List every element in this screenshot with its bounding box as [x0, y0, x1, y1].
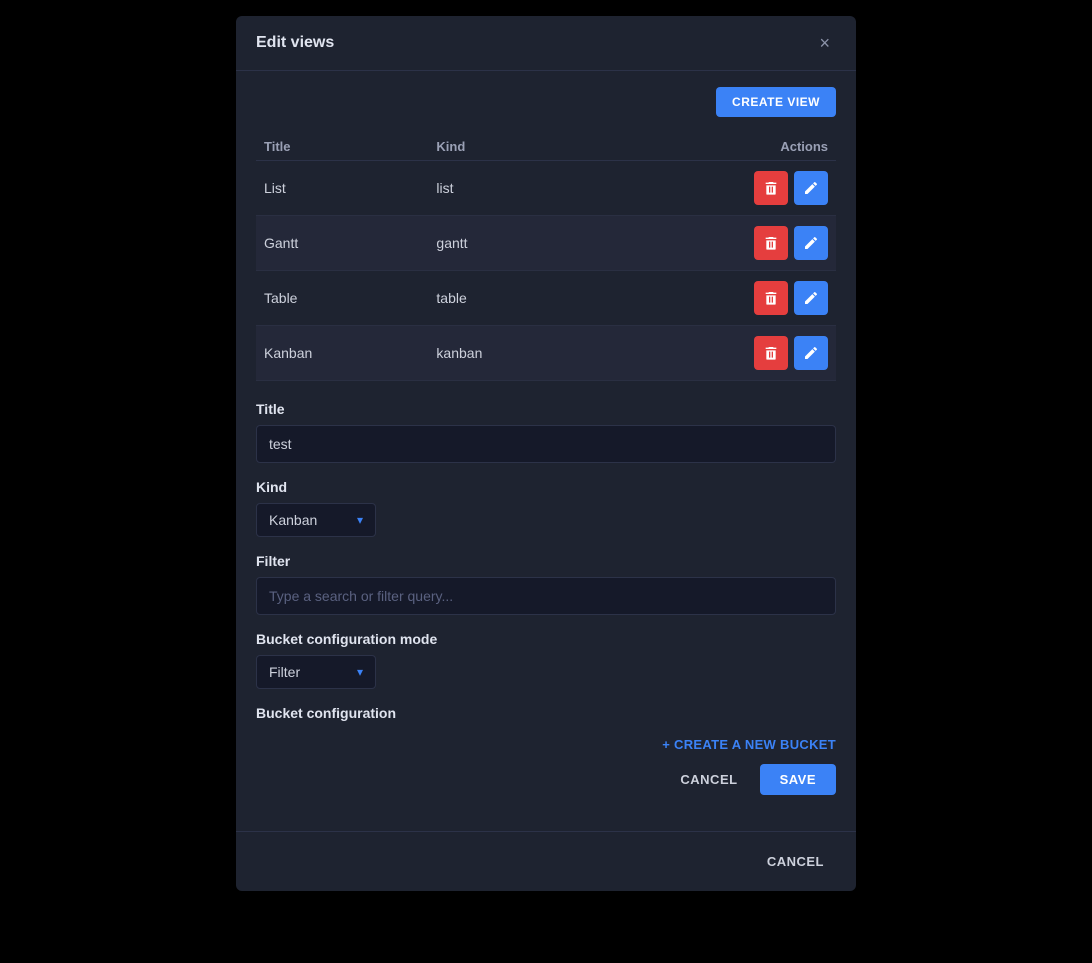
action-buttons — [603, 336, 828, 370]
chevron-down-icon-2: ▾ — [357, 665, 363, 679]
modal-title: Edit views — [256, 34, 334, 52]
delete-button[interactable] — [754, 336, 788, 370]
bucket-mode-section: Bucket configuration mode Filter ▾ — [256, 631, 836, 689]
row-title: Kanban — [256, 326, 428, 381]
create-view-button[interactable]: CREATE VIEW — [716, 87, 836, 117]
form-actions: CANCEL SAVE — [256, 764, 836, 795]
chevron-down-icon: ▾ — [357, 513, 363, 527]
modal-header: Edit views × — [236, 16, 856, 71]
edit-button[interactable] — [794, 171, 828, 205]
col-title: Title — [256, 133, 428, 161]
delete-button[interactable] — [754, 281, 788, 315]
action-buttons — [603, 281, 828, 315]
action-buttons — [603, 226, 828, 260]
row-actions — [595, 326, 836, 381]
table-row: Tabletable — [256, 271, 836, 326]
filter-input[interactable] — [256, 577, 836, 615]
row-kind: list — [428, 161, 594, 216]
kind-select[interactable]: Kanban ▾ — [256, 503, 376, 537]
bucket-config-label: Bucket configuration — [256, 705, 836, 721]
table-head: Title Kind Actions — [256, 133, 836, 161]
row-title: Gantt — [256, 216, 428, 271]
table-row: Listlist — [256, 161, 836, 216]
modal-body: CREATE VIEW Title Kind Actions ListlistG… — [236, 71, 856, 831]
edit-button[interactable] — [794, 281, 828, 315]
table-body: ListlistGanttganttTabletableKanbankanban — [256, 161, 836, 381]
bucket-mode-select[interactable]: Filter ▾ — [256, 655, 376, 689]
title-label: Title — [256, 401, 836, 417]
kind-label: Kind — [256, 479, 836, 495]
bucket-config-section: Bucket configuration — [256, 705, 836, 721]
row-title: List — [256, 161, 428, 216]
title-section: Title — [256, 401, 836, 463]
create-view-row: CREATE VIEW — [256, 87, 836, 117]
table-row: Kanbankanban — [256, 326, 836, 381]
bucket-mode-value: Filter — [269, 664, 349, 680]
row-title: Table — [256, 271, 428, 326]
col-kind: Kind — [428, 133, 594, 161]
row-actions — [595, 161, 836, 216]
col-actions: Actions — [595, 133, 836, 161]
row-actions — [595, 271, 836, 326]
row-kind: table — [428, 271, 594, 326]
row-kind: gantt — [428, 216, 594, 271]
edit-views-modal: Edit views × CREATE VIEW Title Kind Acti… — [236, 16, 856, 891]
table-header-row: Title Kind Actions — [256, 133, 836, 161]
close-button[interactable]: × — [813, 32, 836, 54]
save-button[interactable]: SAVE — [760, 764, 836, 795]
table-row: Ganttgantt — [256, 216, 836, 271]
cancel-inline-button[interactable]: CANCEL — [668, 764, 749, 795]
bucket-row: + CREATE A NEW BUCKET — [256, 737, 836, 752]
cancel-footer-button[interactable]: CANCEL — [755, 846, 836, 877]
edit-button[interactable] — [794, 226, 828, 260]
bucket-mode-label: Bucket configuration mode — [256, 631, 836, 647]
filter-label: Filter — [256, 553, 836, 569]
action-buttons — [603, 171, 828, 205]
views-table: Title Kind Actions ListlistGanttganttTab… — [256, 133, 836, 381]
create-bucket-button[interactable]: + CREATE A NEW BUCKET — [662, 737, 836, 752]
row-kind: kanban — [428, 326, 594, 381]
edit-button[interactable] — [794, 336, 828, 370]
title-input[interactable] — [256, 425, 836, 463]
row-actions — [595, 216, 836, 271]
delete-button[interactable] — [754, 171, 788, 205]
kind-section: Kind Kanban ▾ — [256, 479, 836, 537]
modal-footer: CANCEL — [236, 831, 856, 891]
modal-overlay: Edit views × CREATE VIEW Title Kind Acti… — [0, 0, 1092, 963]
filter-section: Filter — [256, 553, 836, 615]
kind-select-value: Kanban — [269, 512, 349, 528]
delete-button[interactable] — [754, 226, 788, 260]
